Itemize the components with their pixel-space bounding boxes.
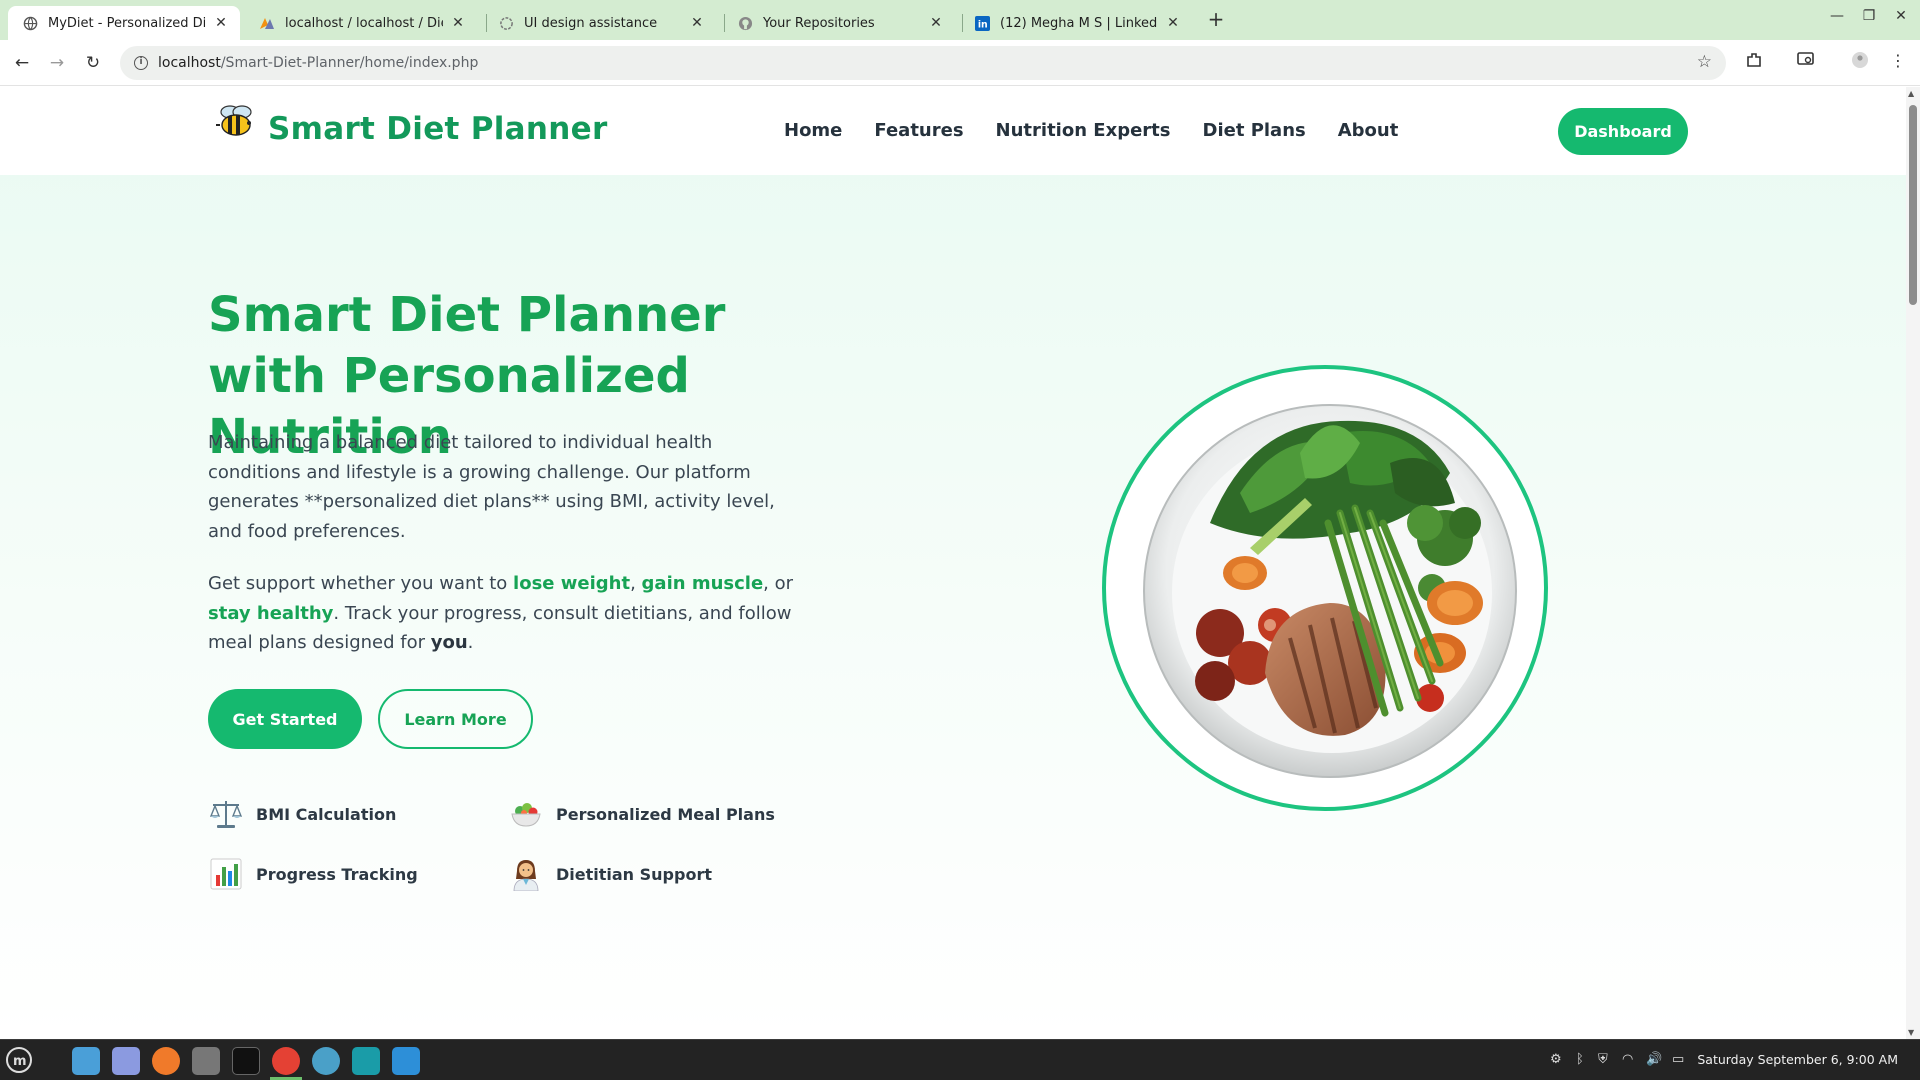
goals-you: you — [430, 632, 468, 653]
goal-lose-weight: lose weight — [513, 573, 631, 594]
goals-prefix: Get support whether you want to — [208, 573, 514, 594]
address-bar[interactable]: i localhost/Smart-Diet-Planner/home/inde… — [120, 46, 1726, 80]
healthy-plate-image — [1102, 365, 1548, 811]
terminal-icon[interactable] — [232, 1047, 260, 1075]
get-started-button[interactable]: Get Started — [208, 689, 362, 749]
browser-tab-linkedin[interactable]: in (12) Megha M S | LinkedIn ✕ — [960, 6, 1192, 40]
close-tab-icon[interactable]: ✕ — [927, 15, 945, 31]
site-info-icon[interactable]: i — [134, 56, 148, 70]
browser-tab-mydiet[interactable]: MyDiet - Personalized Diet P ✕ — [8, 6, 240, 40]
feature-dietitian-support: Dietitian Support — [508, 856, 712, 892]
shield-icon[interactable]: ⛨ — [1598, 1052, 1608, 1067]
tab-search-icon[interactable] — [1794, 51, 1818, 71]
svg-text:in: in — [977, 19, 987, 30]
browser-tab-phpmyadmin[interactable]: localhost / localhost / DietPl ✕ — [245, 6, 477, 40]
bluetooth-icon[interactable]: ᛒ — [1576, 1052, 1584, 1067]
nav-link-home[interactable]: Home — [784, 120, 842, 141]
browser-tab-bar: MyDiet - Personalized Diet P ✕ localhost… — [0, 0, 1920, 40]
close-window-icon[interactable]: ✕ — [1890, 8, 1912, 24]
bee-logo-icon — [216, 105, 252, 136]
globe-icon — [22, 15, 38, 31]
goals-separator: , — [630, 573, 642, 594]
goals-separator: , or — [763, 573, 794, 594]
site-header: Smart Diet Planner Home Features Nutriti… — [0, 87, 1906, 175]
close-tab-icon[interactable]: ✕ — [688, 15, 706, 31]
nav-link-nutrition-experts[interactable]: Nutrition Experts — [996, 120, 1171, 141]
browser-tab-github[interactable]: Your Repositories ✕ — [723, 6, 955, 40]
bar-chart-icon — [208, 856, 244, 892]
page-scrollbar[interactable]: ▲ ▼ — [1906, 87, 1920, 1039]
feature-label: Personalized Meal Plans — [556, 804, 775, 824]
close-tab-icon[interactable]: ✕ — [449, 15, 467, 31]
tab-title: MyDiet - Personalized Diet P — [48, 15, 206, 31]
feature-bmi-calculation: BMI Calculation — [208, 796, 396, 832]
balance-scale-icon — [208, 796, 244, 832]
url-host: localhost — [158, 55, 221, 71]
start-menu-icon[interactable]: m — [6, 1047, 32, 1073]
settings-icon[interactable] — [312, 1047, 340, 1075]
phpmyadmin-icon — [259, 15, 275, 31]
close-tab-icon[interactable]: ✕ — [1164, 15, 1182, 31]
nav-link-diet-plans[interactable]: Diet Plans — [1203, 120, 1306, 141]
nav-link-about[interactable]: About — [1338, 120, 1399, 141]
tray-tools-icon[interactable]: ⚙ — [1550, 1052, 1562, 1067]
minimize-icon[interactable]: — — [1826, 8, 1848, 24]
hero-description: Maintaining a balanced diet tailored to … — [208, 432, 775, 542]
url-path: /Smart-Diet-Planner/home/index.php — [220, 55, 479, 71]
reload-icon[interactable]: ↻ — [80, 50, 106, 76]
linkedin-icon: in — [974, 15, 990, 31]
bookmark-star-icon[interactable]: ☆ — [1697, 52, 1712, 72]
tab-title: localhost / localhost / DietPl — [285, 15, 443, 31]
goal-stay-healthy: stay healthy — [208, 602, 334, 624]
svg-text:m: m — [13, 1054, 27, 1069]
extensions-icon[interactable] — [1742, 51, 1766, 73]
main-nav: Home Features Nutrition Experts Diet Pla… — [784, 120, 1398, 141]
new-tab-button[interactable]: + — [1204, 8, 1228, 32]
battery-icon[interactable]: ▭ — [1672, 1052, 1684, 1067]
arduino-icon[interactable] — [352, 1047, 380, 1075]
feature-label: Dietitian Support — [556, 864, 712, 884]
tab-title: UI design assistance — [524, 15, 658, 31]
web-page: Smart Diet Planner Home Features Nutriti… — [0, 87, 1906, 1039]
feature-label: Progress Tracking — [256, 864, 418, 884]
files-icon[interactable] — [72, 1047, 100, 1075]
goal-gain-muscle: gain muscle — [641, 573, 764, 594]
scrollbar-thumb[interactable] — [1909, 105, 1917, 305]
tab-title: (12) Megha M S | LinkedIn — [1000, 15, 1158, 31]
browser-toolbar: ← → ↻ i localhost/Smart-Diet-Planner/hom… — [0, 40, 1920, 86]
firefox-icon[interactable] — [152, 1047, 180, 1075]
github-icon — [737, 15, 753, 31]
browser-tab-chatgpt[interactable]: UI design assistance ✕ — [484, 6, 716, 40]
dashboard-button[interactable]: Dashboard — [1558, 108, 1688, 155]
vscode-icon[interactable] — [392, 1047, 420, 1075]
nav-link-features[interactable]: Features — [874, 120, 963, 141]
scroll-up-icon[interactable]: ▲ — [1908, 89, 1914, 98]
close-tab-icon[interactable]: ✕ — [212, 15, 230, 31]
feature-label: BMI Calculation — [256, 804, 397, 824]
taskbar-clock[interactable]: Saturday September 6, 9:00 AM — [1697, 1052, 1898, 1067]
chatgpt-icon — [498, 15, 514, 31]
goals-end: . — [467, 632, 474, 653]
feature-progress-tracking: Progress Tracking — [208, 856, 418, 892]
profile-avatar-icon[interactable] — [1848, 51, 1872, 73]
site-brand[interactable]: Smart Diet Planner — [268, 111, 608, 147]
wifi-icon[interactable]: ◠ — [1622, 1052, 1633, 1067]
forward-icon[interactable]: → — [44, 50, 70, 76]
app-grid-icon[interactable] — [192, 1047, 220, 1075]
learn-more-button[interactable]: Learn More — [378, 689, 533, 749]
browser-menu-icon[interactable]: ⋮ — [1886, 51, 1910, 70]
health-worker-icon — [508, 856, 544, 892]
salad-icon — [508, 796, 544, 832]
volume-icon[interactable]: 🔊 — [1646, 1052, 1662, 1067]
tab-title: Your Repositories — [763, 15, 875, 31]
text-editor-icon[interactable] — [112, 1047, 140, 1075]
chrome-icon[interactable] — [272, 1047, 300, 1075]
back-icon[interactable]: ← — [9, 50, 35, 76]
feature-personalized-meal-plans: Personalized Meal Plans — [508, 796, 775, 832]
os-taskbar: m ⚙ ᛒ ⛨ ◠ 🔊 ▭ Saturday September 6, 9:00… — [0, 1039, 1920, 1080]
restore-icon[interactable]: ❐ — [1858, 8, 1880, 24]
scroll-down-icon[interactable]: ▼ — [1908, 1028, 1914, 1037]
hero-goals-text: Get support whether you want to lose wei… — [208, 569, 808, 658]
